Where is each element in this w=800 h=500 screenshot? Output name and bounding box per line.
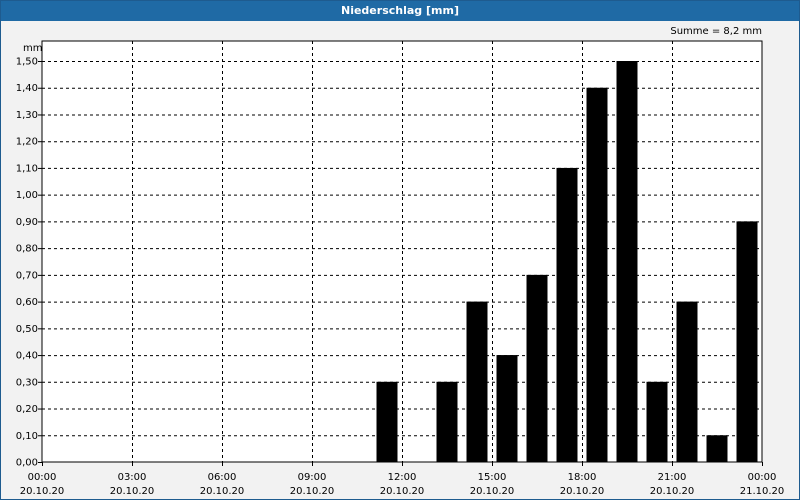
y-tick-label: 1,20 [16,137,38,148]
x-tick-date-label: 20.10.20 [200,486,245,497]
bar [436,381,458,462]
y-tick-label: 0,90 [16,217,38,228]
y-tick-label: 0,00 [16,458,38,469]
x-tick-time-label: 12:00 [388,472,417,483]
x-tick-time-label: 06:00 [208,472,237,483]
bar [646,381,668,462]
x-tick-time-label: 21:00 [658,472,687,483]
bar [496,355,518,462]
x-tick-date-label: 20.10.20 [380,486,425,497]
y-tick-label: 1,40 [16,83,38,94]
y-tick-label: 1,30 [16,110,38,121]
x-axis-ticks: 00:00 20.10.20 03:00 20.10.20 06:00 20.10.20 0… [20,462,785,497]
x-tick-time-label: 03:00 [118,472,147,483]
y-tick-label: 0,60 [16,297,38,308]
bar [586,87,608,462]
y-tick-label: 1,00 [16,190,38,201]
x-tick-date-label: 21.10.20 [740,486,785,497]
y-tick-label: 1,10 [16,163,38,174]
y-tick-label: 0,10 [16,431,38,442]
bar [526,274,548,462]
bar [466,301,488,462]
x-tick-date-label: 20.10.20 [650,486,695,497]
x-tick-date-label: 20.10.20 [20,486,65,497]
y-tick-label: 0,20 [16,404,38,415]
x-tick-time-label: 15:00 [478,472,507,483]
x-tick-time-label: 00:00 [748,472,777,483]
y-tick-label: 0,30 [16,377,38,388]
bar [616,61,638,462]
x-tick-date-label: 20.10.20 [560,486,605,497]
precipitation-chart: 0,00 0,10 0,20 0,30 0,40 0,50 0,60 0,70 0,80 0,90… [16,40,785,497]
y-tick-label: 0,40 [16,351,38,362]
bar [736,221,758,462]
y-axis-ticks: 0,00 0,10 0,20 0,30 0,40 0,50 0,60 0,70 0,80 0,90… [16,57,42,469]
y-tick-label: 0,70 [16,270,38,281]
x-tick-time-label: 18:00 [568,472,597,483]
bar [676,301,698,462]
x-tick-time-label: 09:00 [298,472,327,483]
bar [556,167,578,462]
bar [376,381,398,462]
bar [706,435,728,462]
chart-window: Niederschlag [mm] Summe = 8,2 mm 0,00 0,1… [0,0,800,500]
x-tick-date-label: 20.10.20 [110,486,155,497]
y-axis-unit-label: mm [23,43,42,54]
x-tick-time-label: 00:00 [28,472,57,483]
y-tick-label: 0,80 [16,244,38,255]
y-tick-label: 1,50 [16,57,38,68]
y-tick-label: 0,50 [16,324,38,335]
x-tick-date-label: 20.10.20 [290,486,335,497]
x-tick-date-label: 20.10.20 [470,486,515,497]
